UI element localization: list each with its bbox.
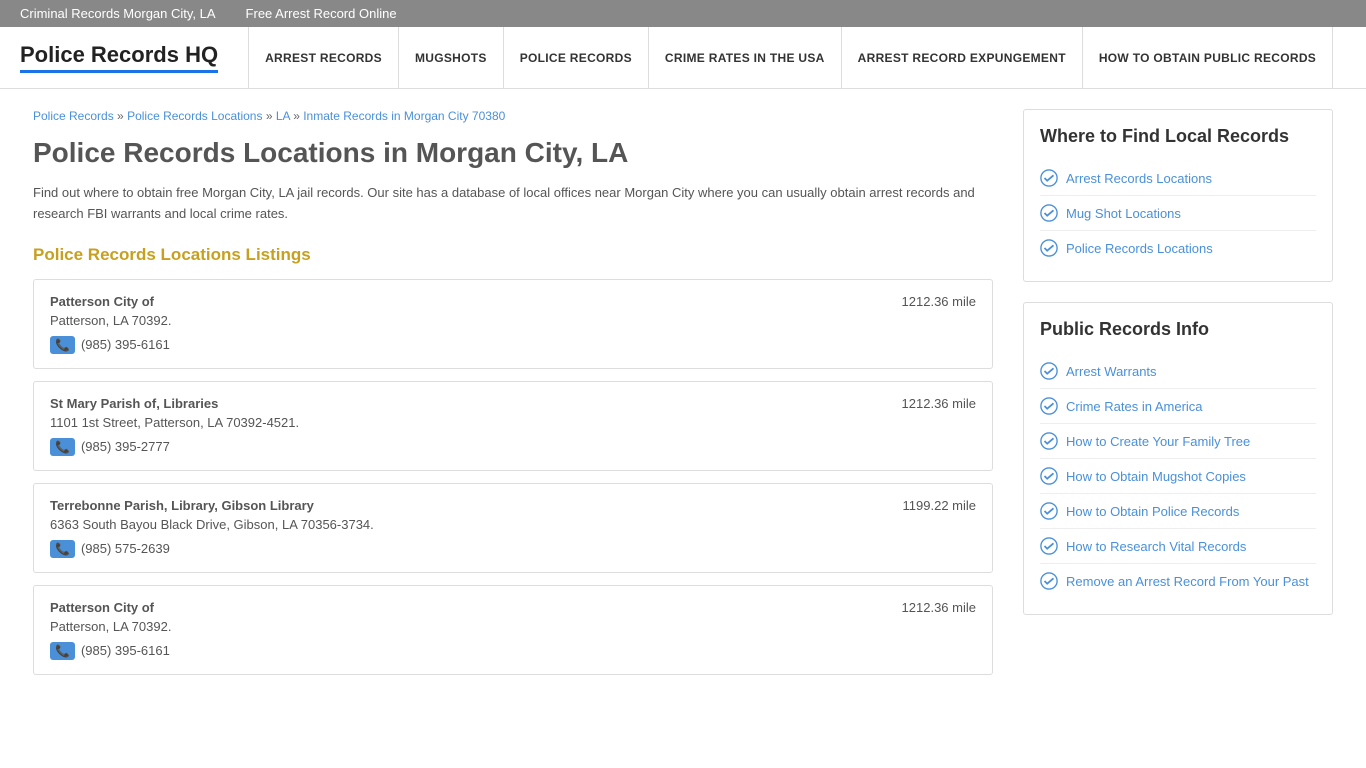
check-icon: [1040, 537, 1058, 555]
phone-icon-3: 📞: [50, 540, 75, 558]
breadcrumb-inmate[interactable]: Inmate Records in Morgan City 70380: [303, 109, 505, 123]
sidebar: Where to Find Local Records Arrest Recor…: [1023, 109, 1333, 687]
phone-icon-4: 📞: [50, 642, 75, 660]
sidebar-police-records-locations[interactable]: Police Records Locations: [1040, 231, 1316, 265]
sidebar-vital-records[interactable]: How to Research Vital Records: [1040, 529, 1316, 564]
logo[interactable]: Police Records HQ: [20, 27, 248, 88]
content-area: Police Records » Police Records Location…: [33, 109, 993, 687]
public-records-box: Public Records Info Arrest Warrants Crim…: [1023, 302, 1333, 615]
listings-heading: Police Records Locations Listings: [33, 245, 993, 265]
link-mugshot-copies[interactable]: How to Obtain Mugshot Copies: [1066, 469, 1246, 484]
header: Police Records HQ ARREST RECORDS MUGSHOT…: [0, 27, 1366, 89]
record-name-1: Patterson City of: [50, 294, 154, 309]
top-bar: Criminal Records Morgan City, LA Free Ar…: [0, 0, 1366, 27]
sidebar-arrest-warrants[interactable]: Arrest Warrants: [1040, 354, 1316, 389]
top-bar-link-2[interactable]: Free Arrest Record Online: [246, 6, 397, 21]
check-icon: [1040, 239, 1058, 257]
nav-police-records[interactable]: POLICE RECORDS: [504, 27, 649, 88]
check-icon: [1040, 397, 1058, 415]
record-address-2: 1101 1st Street, Patterson, LA 70392-452…: [50, 415, 976, 430]
record-address-4: Patterson, LA 70392.: [50, 619, 976, 634]
record-name-4: Patterson City of: [50, 600, 154, 615]
sidebar-arrest-records-locations[interactable]: Arrest Records Locations: [1040, 161, 1316, 196]
link-vital-records[interactable]: How to Research Vital Records: [1066, 539, 1246, 554]
sidebar-obtain-police-records[interactable]: How to Obtain Police Records: [1040, 494, 1316, 529]
link-arrest-records-locations[interactable]: Arrest Records Locations: [1066, 171, 1212, 186]
record-address-1: Patterson, LA 70392.: [50, 313, 976, 328]
record-name-2: St Mary Parish of, Libraries: [50, 396, 218, 411]
check-icon: [1040, 467, 1058, 485]
check-icon: [1040, 362, 1058, 380]
link-arrest-warrants[interactable]: Arrest Warrants: [1066, 364, 1157, 379]
local-records-box: Where to Find Local Records Arrest Recor…: [1023, 109, 1333, 282]
breadcrumb: Police Records » Police Records Location…: [33, 109, 993, 123]
record-phone-3[interactable]: (985) 575-2639: [81, 541, 170, 556]
record-name-3: Terrebonne Parish, Library, Gibson Libra…: [50, 498, 314, 513]
nav-public-records[interactable]: HOW TO OBTAIN PUBLIC RECORDS: [1083, 27, 1333, 88]
sidebar-remove-arrest-record[interactable]: Remove an Arrest Record From Your Past: [1040, 564, 1316, 598]
main-container: Police Records » Police Records Location…: [13, 89, 1353, 707]
link-family-tree[interactable]: How to Create Your Family Tree: [1066, 434, 1250, 449]
logo-text: Police Records HQ: [20, 42, 218, 73]
sidebar-mug-shot-locations[interactable]: Mug Shot Locations: [1040, 196, 1316, 231]
record-card: Patterson City of 1212.36 mile Patterson…: [33, 585, 993, 675]
nav-expungement[interactable]: ARREST RECORD EXPUNGEMENT: [842, 27, 1083, 88]
nav-arrest-records[interactable]: ARREST RECORDS: [248, 27, 399, 88]
record-distance-2: 1212.36 mile: [902, 396, 976, 411]
public-records-title: Public Records Info: [1040, 319, 1316, 340]
check-icon: [1040, 432, 1058, 450]
breadcrumb-la[interactable]: LA: [276, 109, 290, 123]
link-police-records-locations[interactable]: Police Records Locations: [1066, 241, 1213, 256]
sidebar-family-tree[interactable]: How to Create Your Family Tree: [1040, 424, 1316, 459]
link-remove-arrest-record[interactable]: Remove an Arrest Record From Your Past: [1066, 574, 1309, 589]
link-crime-rates[interactable]: Crime Rates in America: [1066, 399, 1203, 414]
record-distance-4: 1212.36 mile: [902, 600, 976, 615]
record-phone-2[interactable]: (985) 395-2777: [81, 439, 170, 454]
sidebar-crime-rates[interactable]: Crime Rates in America: [1040, 389, 1316, 424]
check-icon: [1040, 502, 1058, 520]
page-description: Find out where to obtain free Morgan Cit…: [33, 183, 993, 225]
link-mug-shot-locations[interactable]: Mug Shot Locations: [1066, 206, 1181, 221]
sidebar-mugshot-copies[interactable]: How to Obtain Mugshot Copies: [1040, 459, 1316, 494]
main-nav: ARREST RECORDS MUGSHOTS POLICE RECORDS C…: [248, 27, 1346, 88]
nav-mugshots[interactable]: MUGSHOTS: [399, 27, 504, 88]
check-icon: [1040, 169, 1058, 187]
breadcrumb-police-records[interactable]: Police Records: [33, 109, 114, 123]
nav-crime-rates[interactable]: CRIME RATES IN THE USA: [649, 27, 842, 88]
phone-icon-2: 📞: [50, 438, 75, 456]
record-phone-4[interactable]: (985) 395-6161: [81, 643, 170, 658]
check-icon: [1040, 572, 1058, 590]
record-address-3: 6363 South Bayou Black Drive, Gibson, LA…: [50, 517, 976, 532]
local-records-title: Where to Find Local Records: [1040, 126, 1316, 147]
record-distance-1: 1212.36 mile: [902, 294, 976, 309]
check-icon: [1040, 204, 1058, 222]
phone-icon-1: 📞: [50, 336, 75, 354]
record-phone-1[interactable]: (985) 395-6161: [81, 337, 170, 352]
record-card: Patterson City of 1212.36 mile Patterson…: [33, 279, 993, 369]
top-bar-link-1[interactable]: Criminal Records Morgan City, LA: [20, 6, 216, 21]
record-card: St Mary Parish of, Libraries 1212.36 mil…: [33, 381, 993, 471]
link-obtain-police-records[interactable]: How to Obtain Police Records: [1066, 504, 1239, 519]
record-distance-3: 1199.22 mile: [903, 498, 976, 513]
record-card: Terrebonne Parish, Library, Gibson Libra…: [33, 483, 993, 573]
page-title: Police Records Locations in Morgan City,…: [33, 137, 993, 169]
breadcrumb-locations[interactable]: Police Records Locations: [127, 109, 262, 123]
